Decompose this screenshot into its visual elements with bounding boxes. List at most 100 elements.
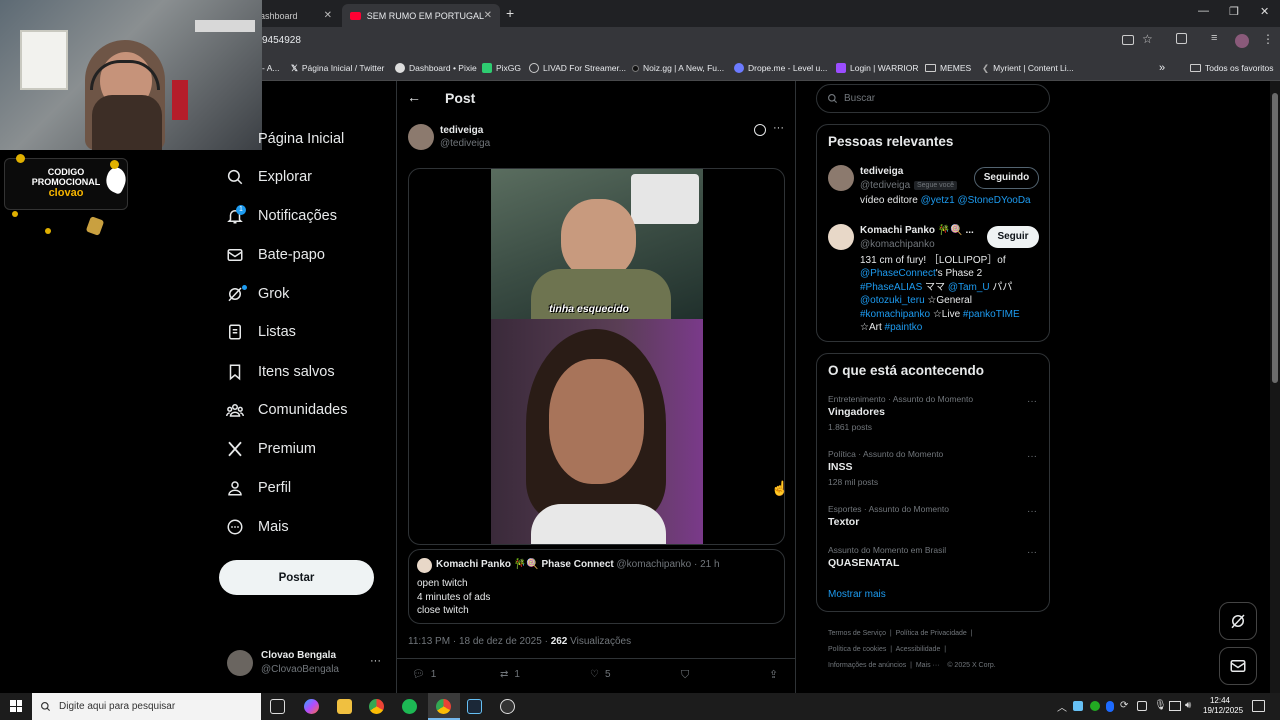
install-icon[interactable] (1122, 35, 1134, 45)
account-avatar[interactable] (227, 650, 253, 676)
nav-explore[interactable]: Explorar (226, 162, 312, 192)
trend-more-icon[interactable]: ··· (1027, 396, 1037, 407)
bookmark-item[interactable]: - A... (262, 56, 279, 80)
bookmark-item[interactable]: PixGG (482, 56, 521, 80)
close-icon[interactable]: ✕ (324, 10, 332, 21)
menu-lines-icon[interactable]: ≡ (1211, 32, 1217, 44)
nav-profile[interactable]: Perfil (226, 473, 291, 503)
nav-communities[interactable]: Comunidades (226, 395, 347, 425)
taskbar-search-input[interactable]: Digite aqui para pesquisar (32, 693, 261, 720)
tray-sync-icon[interactable]: ⟳ (1120, 700, 1128, 711)
taskbar-clock[interactable]: 12:44 19/12/2025 (1203, 696, 1243, 716)
star-icon[interactable]: ☆ (1142, 32, 1153, 46)
copilot-icon[interactable] (304, 699, 319, 714)
extensions-icon[interactable] (1176, 33, 1187, 44)
nav-more[interactable]: Mais (226, 512, 289, 542)
back-arrow-icon[interactable]: ← (407, 89, 421, 105)
post-more-icon[interactable]: ··· (773, 122, 784, 134)
bookmark-action-icon[interactable]: ⛉ (681, 669, 689, 682)
post-author-avatar[interactable] (408, 124, 434, 150)
person-avatar[interactable] (828, 165, 854, 191)
chevron-more-icon[interactable]: » (1159, 56, 1165, 80)
bookmark-item[interactable]: LIVAD For Streamer... (529, 56, 626, 80)
profile-avatar-icon[interactable] (1235, 34, 1249, 48)
bookmark-item[interactable]: Dashboard • Pixie (395, 56, 477, 80)
nav-grok[interactable]: Grok (226, 279, 289, 309)
person-bio: vídeo editore @yetz1 @StoneDYooDa (860, 195, 1031, 206)
volume-icon[interactable]: 🔊︎ (1185, 700, 1191, 711)
x-logo-icon (228, 441, 242, 457)
trend-more-icon[interactable]: ··· (1027, 451, 1037, 462)
browser-tab-active[interactable]: SEM RUMO EM PORTUGAL - Yo ✕ (342, 4, 500, 27)
video-bg-panel (631, 174, 699, 224)
windows-start-icon[interactable] (10, 700, 22, 712)
bookmark-item[interactable]: Noiz.gg | A New, Fu... (632, 56, 724, 80)
trend-item[interactable]: Entretenimento · Assunto do Momento Ving… (828, 394, 1043, 432)
show-more-link[interactable]: Mostrar mais (828, 589, 886, 600)
trend-more-icon[interactable]: ··· (1027, 547, 1037, 558)
address-bar[interactable]: 9454928 (262, 35, 301, 46)
more-circle-icon (227, 519, 243, 535)
network-icon[interactable] (1169, 701, 1181, 711)
quote-time: 21 h (700, 559, 720, 570)
grok-explain-icon[interactable] (754, 124, 766, 136)
close-window-icon[interactable]: ✕ (1260, 5, 1269, 18)
task-view-icon[interactable] (270, 699, 285, 714)
spotify-icon[interactable] (402, 699, 417, 714)
post-author-name[interactable]: tediveiga (440, 125, 483, 136)
file-explorer-icon[interactable] (337, 699, 352, 714)
reply-action[interactable]: 💬︎ 1 (412, 669, 436, 680)
browser-tab[interactable]: ashboard ✕ (252, 4, 340, 27)
post-button[interactable]: Postar (219, 560, 374, 595)
account-menu-icon[interactable]: ··· (370, 655, 381, 667)
steam-icon[interactable] (467, 699, 482, 714)
grok-float-button[interactable] (1219, 602, 1257, 640)
like-action[interactable]: ♡ 5 (590, 669, 611, 680)
minimize-icon[interactable]: — (1198, 5, 1209, 17)
trend-item[interactable]: Assunto do Momento em Brasil QUASENATAL (828, 545, 1043, 569)
close-icon[interactable]: ✕ (484, 10, 492, 21)
bluetooth-icon[interactable] (1106, 701, 1114, 712)
nav-home[interactable]: Página Inicial (258, 124, 344, 154)
person-name[interactable]: Komachi Panko 🎋🍭 ... (860, 225, 974, 236)
trend-item[interactable]: Política · Assunto do Momento INSS 128 m… (828, 449, 1043, 487)
microphone-icon[interactable]: 🎙︎ (1154, 700, 1167, 711)
following-button[interactable]: Seguindo (974, 167, 1039, 189)
obs-icon[interactable] (500, 699, 515, 714)
nav-bookmarks[interactable]: Itens salvos (226, 357, 335, 387)
scrollbar[interactable] (1270, 81, 1280, 693)
tray-chevron-icon[interactable]: ︿ (1057, 699, 1067, 714)
messages-float-button[interactable] (1219, 647, 1257, 685)
bookmark-item[interactable]: 𝕏 Página Inicial / Twitter (291, 56, 384, 80)
new-tab-icon[interactable]: + (506, 5, 514, 21)
tray-app-icon[interactable] (1073, 701, 1083, 711)
tray-app-icon[interactable] (1137, 701, 1147, 711)
post-author-handle[interactable]: @tediveiga (440, 138, 490, 149)
nav-chat[interactable]: Bate-papo (226, 240, 325, 270)
person-handle: @tediveiga (860, 180, 911, 191)
restore-icon[interactable]: ❐ (1229, 5, 1239, 18)
person-name[interactable]: tediveiga (860, 166, 903, 177)
follow-button[interactable]: Seguir (987, 226, 1039, 248)
bookmark-item[interactable]: Drope.me - Level u... (734, 56, 827, 80)
trend-more-icon[interactable]: ··· (1027, 506, 1037, 517)
notification-center-icon[interactable] (1252, 700, 1265, 712)
post-video[interactable]: tinha esquecido (408, 168, 785, 545)
scrollbar-thumb[interactable] (1272, 93, 1278, 383)
bookmark-item[interactable]: ❮ Myrient | Content Li... (982, 56, 1074, 80)
share-icon[interactable]: ⇪ (769, 668, 778, 681)
chrome-icon[interactable] (436, 699, 451, 714)
kebab-menu-icon[interactable]: ⋮ (1262, 32, 1274, 46)
person-avatar[interactable] (828, 224, 854, 250)
repost-action[interactable]: ⇄ 1 (500, 669, 520, 680)
bookmark-item[interactable]: Login | WARRIOR (836, 56, 919, 80)
quoted-post[interactable]: Komachi Panko 🎋🍭 Phase Connect @komachip… (408, 549, 785, 624)
search-input[interactable]: Buscar (816, 84, 1050, 113)
nav-premium[interactable]: Premium (226, 434, 316, 464)
trend-item[interactable]: Esportes · Assunto do Momento Textor (828, 504, 1043, 528)
nav-lists[interactable]: Listas (226, 317, 296, 347)
all-bookmarks-folder[interactable]: Todos os favoritos (1190, 56, 1274, 80)
bookmark-folder[interactable]: MEMES (925, 56, 971, 80)
tray-app-icon[interactable] (1090, 701, 1100, 711)
chrome-icon[interactable] (369, 699, 384, 714)
